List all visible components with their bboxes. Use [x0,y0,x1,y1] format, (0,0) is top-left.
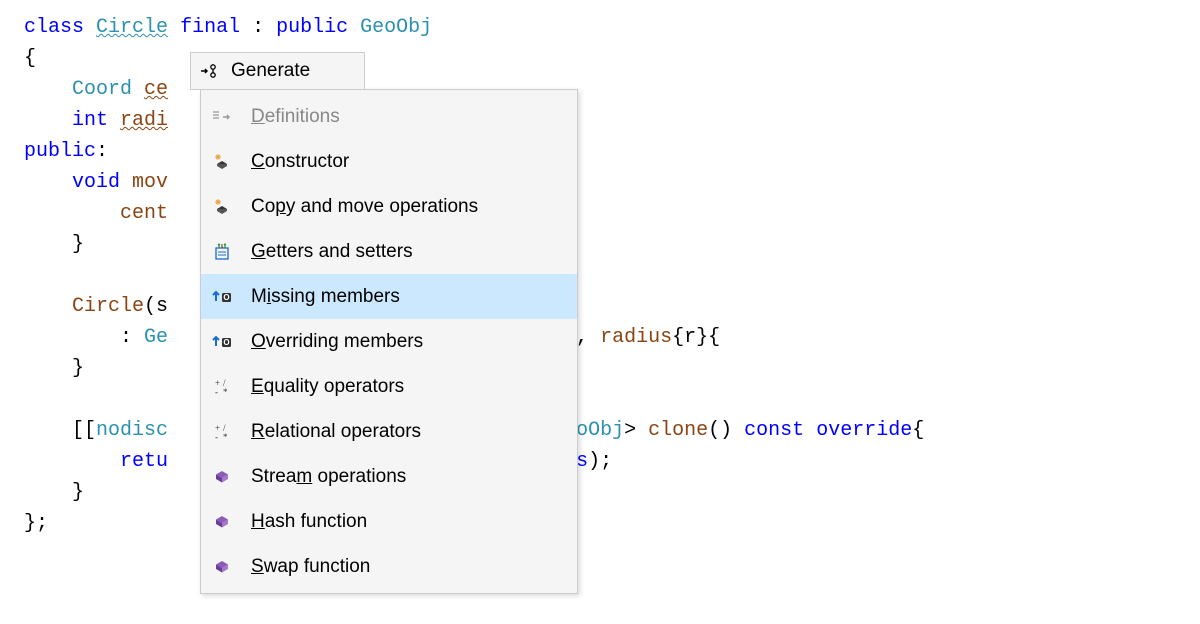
svg-text:-: - [215,387,218,396]
menu-label: Copy and move operations [251,192,478,221]
menu-label: Relational operators [251,417,421,446]
code-line: void mov [24,171,168,194]
copy-move-icon [211,196,233,218]
relational-icon: + / - * [211,421,233,443]
getters-setters-icon [211,241,233,263]
hash-icon [211,511,233,533]
menu-label: Hash function [251,507,367,536]
code-line: } [24,481,84,504]
stream-icon [211,466,233,488]
menu-item-missing-members[interactable]: O Missing members [201,274,577,319]
overriding-members-icon: O [211,331,233,353]
svg-text:*: * [223,387,228,396]
code-line: int radi [24,109,168,132]
generate-popup-header[interactable]: Generate [190,52,365,90]
menu-label: Getters and setters [251,237,413,266]
menu-item-hash[interactable]: Hash function [201,499,577,544]
menu-item-definitions: Definitions [201,94,577,139]
code-line: } [24,233,84,256]
code-line: public: [24,140,108,163]
menu-item-overriding-members[interactable]: O Overriding members [201,319,577,364]
generate-menu: Definitions Constructor Copy and move op… [200,89,578,594]
generate-label: Generate [231,56,310,85]
menu-label: Overriding members [251,327,423,356]
svg-text:-: - [215,432,218,441]
svg-text:*: * [223,432,228,441]
menu-item-stream[interactable]: Stream operations [201,454,577,499]
code-line: class Circle final : public GeoObj [24,16,432,39]
menu-item-equality[interactable]: + / - * Equality operators [201,364,577,409]
definitions-icon [211,106,233,128]
code-line: cent [24,202,168,225]
constructor-icon [211,151,233,173]
menu-label: Equality operators [251,372,404,401]
missing-members-icon: O [211,286,233,308]
menu-label: Swap function [251,552,370,581]
svg-text:O: O [223,338,229,347]
menu-item-relational[interactable]: + / - * Relational operators [201,409,577,454]
menu-item-swap[interactable]: Swap function [201,544,577,589]
menu-label: Definitions [251,102,340,131]
equality-icon: + / - * [211,376,233,398]
code-line: } [24,357,84,380]
code-line: { [24,47,36,70]
code-line: Coord ce [24,78,168,101]
menu-item-constructor[interactable]: Constructor [201,139,577,184]
svg-text:O: O [223,293,229,302]
menu-label: Missing members [251,282,400,311]
menu-label: Stream operations [251,462,406,491]
generate-icon [201,63,221,79]
code-line: }; [24,512,48,535]
menu-item-getters-setters[interactable]: Getters and setters [201,229,577,274]
swap-icon [211,556,233,578]
menu-item-copy-move[interactable]: Copy and move operations [201,184,577,229]
menu-label: Constructor [251,147,349,176]
